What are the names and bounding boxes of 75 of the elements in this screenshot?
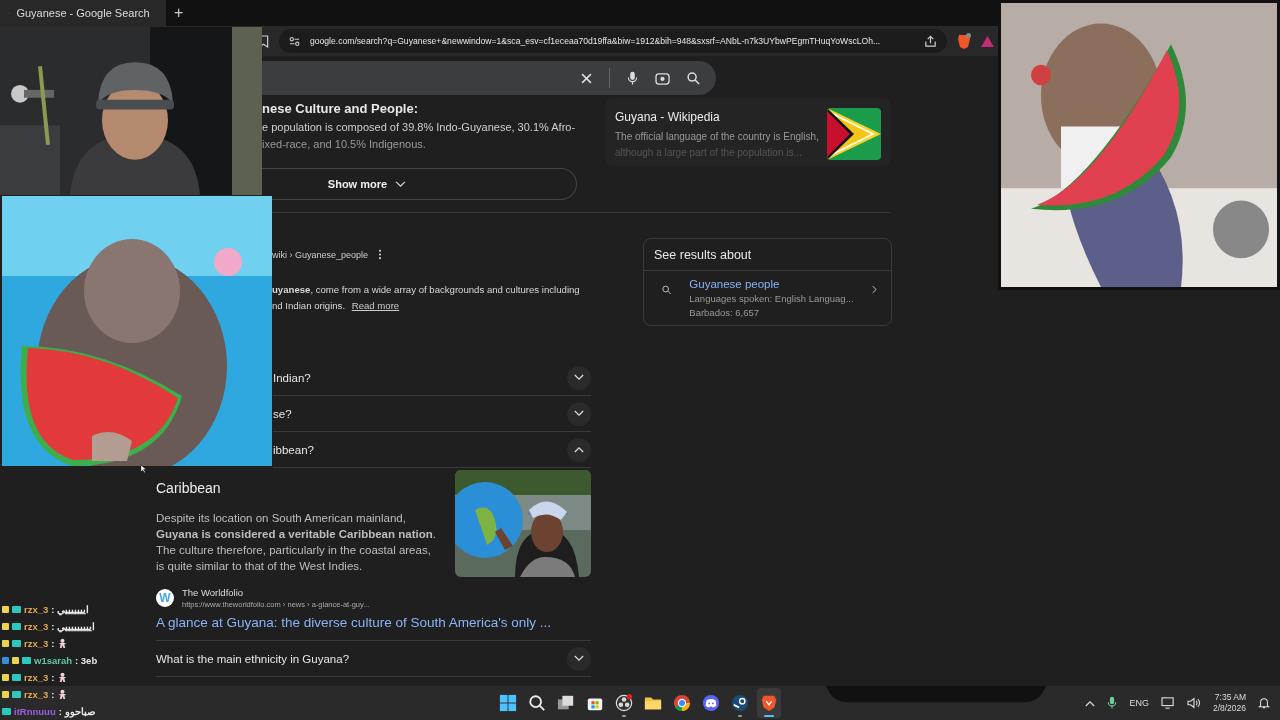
search-icon <box>662 284 672 296</box>
search-field[interactable] <box>262 61 716 95</box>
card-title: See results about <box>644 239 891 271</box>
chat-username: rzx_3 <box>24 603 49 615</box>
microphone-icon[interactable] <box>627 70 638 86</box>
related-result[interactable]: Guyanese people Languages spoken: English Languag... Barbados: 6,657 <box>644 271 891 325</box>
chevron-down-icon[interactable] <box>567 646 591 671</box>
share-icon[interactable] <box>924 34 937 48</box>
result-breadcrumb: wiki › Guyanese_people <box>272 249 369 260</box>
notification-icon[interactable] <box>1258 697 1270 709</box>
search-icon[interactable] <box>687 71 700 85</box>
microphone-icon[interactable] <box>1107 696 1118 710</box>
question-text: Indian? <box>273 371 311 384</box>
chat-message: : 3eb <box>75 654 98 666</box>
chevron-right-icon <box>871 284 877 295</box>
cursor-icon <box>140 464 149 473</box>
chevron-down-icon <box>395 180 407 188</box>
chevron-up-icon[interactable] <box>1085 699 1096 707</box>
chat-message: : <box>51 671 55 683</box>
paragraph-line: ixed-race, and 10.5% Indigenous. <box>261 137 426 152</box>
chat-message: : <box>51 688 55 700</box>
language-indicator[interactable]: ENG <box>1129 698 1149 708</box>
related-result-detail: Barbados: 6,657 <box>689 307 761 318</box>
more-options-icon[interactable] <box>378 249 383 260</box>
question-row[interactable]: ibbean? <box>273 432 591 468</box>
clock[interactable]: 7:35 AM 2/8/2026 <box>1212 692 1246 714</box>
speaker-icon[interactable] <box>1186 697 1201 709</box>
address-bar[interactable]: google.com/search?q=Guyanese+&newwindow=1&sca_esv=cf1eceaa70d19ffa&biw=1912&bih=948&sxsrf=ANbL-n7k3UYbwPEgmTHuqYoWscLOh... <box>279 29 947 53</box>
browser-tab[interactable]: Guyanese - Google Search <box>0 0 166 26</box>
section-heading: nese Culture and People: <box>261 100 420 118</box>
question-row[interactable]: What is the main ethnicity in Guyana? <box>156 641 591 677</box>
source-name: The Worldfolio <box>182 587 245 598</box>
chat-username: w1sarah <box>34 654 73 666</box>
show-more-button[interactable]: Show more <box>262 168 577 200</box>
camera-icon[interactable] <box>655 71 670 85</box>
flag-thumbnail <box>827 108 881 160</box>
lion-shield-icon[interactable] <box>957 33 971 49</box>
chat-message: : ايييييييي <box>51 603 90 615</box>
network-icon[interactable] <box>1160 697 1175 709</box>
chat-username: rzx_3 <box>24 671 49 683</box>
related-result-detail: Languages spoken: English Languag... <box>689 293 854 304</box>
question-text: What is the main ethnicity in Guyana? <box>156 652 350 665</box>
question-text: se? <box>273 407 292 420</box>
site-settings-icon[interactable] <box>289 35 300 47</box>
site-logo: W <box>156 589 174 607</box>
result-snippet: nd Indian origins. <box>272 300 346 311</box>
chat-message: : صباحوو <box>58 705 95 717</box>
brave-app-icon[interactable] <box>757 688 781 718</box>
card-title: Guyana - Wikipedia <box>615 110 721 124</box>
chat-username: rzx_3 <box>24 637 49 649</box>
question-row[interactable]: Indian? <box>273 360 591 396</box>
paragraph-line: e population is composed of 39.8% Indo-Guyanese, 30.1% Afro- <box>261 120 576 135</box>
clear-icon[interactable] <box>581 72 592 84</box>
question-row[interactable]: se? <box>273 396 591 432</box>
answer-title: Caribbean <box>156 480 222 496</box>
emote-icon <box>57 688 69 700</box>
read-more-link[interactable]: Read more <box>351 300 400 311</box>
chevron-down-icon[interactable] <box>567 401 591 426</box>
card-snippet: The official language of the country is English, <box>615 130 819 144</box>
result-link[interactable]: A glance at Guyana: the diverse culture of South America's only ... <box>156 615 591 630</box>
triangle-icon[interactable] <box>981 35 994 47</box>
result-snippet: uyanese, come from a wide array of backgrounds and cultures including <box>272 283 580 297</box>
emote-icon <box>57 637 69 649</box>
emote-icon <box>57 671 69 683</box>
chat-message: : ايييييييييي <box>51 620 96 632</box>
chat-username: rzx_3 <box>24 688 49 700</box>
answer-text: Despite its location on South American mainland, Guyana is considered a veritable Caribbean nation. The culture therefore, particularly in the coastal areas, is quite similar to that of the West Indies. <box>156 511 437 574</box>
chevron-down-icon[interactable] <box>567 365 591 390</box>
chevron-up-icon[interactable] <box>567 437 591 462</box>
new-tab-button[interactable]: + <box>174 4 184 22</box>
question-text: ibbean? <box>273 443 314 456</box>
chat-message: : <box>51 637 55 649</box>
chat-username: itRnnuuu <box>14 705 56 717</box>
chat-username: rzx_3 <box>24 620 49 632</box>
related-result-title: Guyanese people <box>689 278 781 290</box>
